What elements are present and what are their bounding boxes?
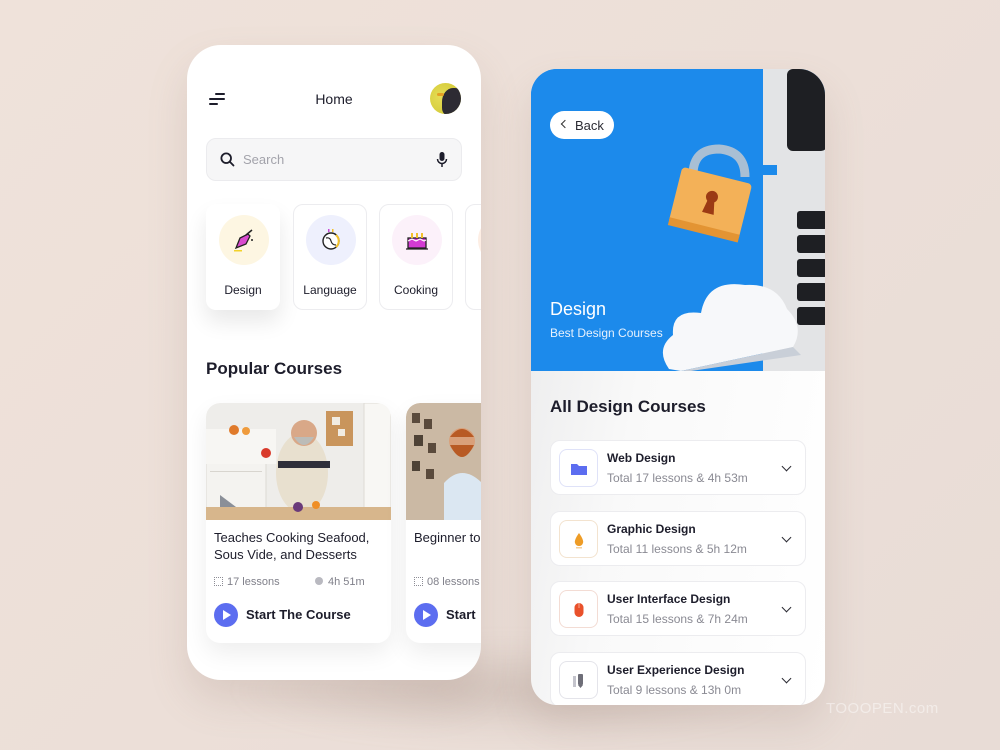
avatar[interactable] bbox=[430, 83, 461, 114]
bird-icon bbox=[442, 88, 461, 114]
row-title: User Experience Design bbox=[607, 663, 745, 677]
home-screen: Home Search Design Language Cooking Popu… bbox=[187, 45, 481, 680]
category-icon-bg bbox=[392, 215, 442, 265]
course-card[interactable]: Teaches Cooking Seafood, Sous Vide, and … bbox=[206, 403, 391, 643]
category-icon-bg bbox=[306, 215, 356, 265]
thumb bbox=[559, 520, 598, 558]
course-photo bbox=[206, 403, 391, 520]
play-icon bbox=[214, 603, 238, 627]
category-icon-bg bbox=[478, 215, 481, 265]
play-icon bbox=[414, 603, 438, 627]
bird-beak bbox=[437, 93, 444, 96]
ruler-pencil-icon bbox=[573, 674, 583, 688]
back-button[interactable]: Back bbox=[550, 111, 614, 139]
course-meta: 17 lessons 4h 51m bbox=[214, 576, 365, 588]
mouse-icon bbox=[574, 603, 584, 617]
chevron-left-icon bbox=[560, 119, 570, 129]
hero-banner: Back Design Best Design Courses bbox=[531, 69, 825, 371]
globe-icon bbox=[322, 229, 340, 250]
course-row-ux-design[interactable]: User Experience Design Total 9 lessons &… bbox=[550, 652, 806, 705]
hero-title: Design bbox=[550, 299, 607, 319]
lessons-icon bbox=[414, 577, 423, 586]
chevron-down-icon[interactable] bbox=[781, 461, 792, 472]
category-cooking[interactable]: Cooking bbox=[379, 204, 453, 310]
back-label: Back bbox=[575, 118, 604, 133]
category-icon-bg bbox=[219, 215, 269, 265]
course-row-ui-design[interactable]: User Interface Design Total 15 lessons &… bbox=[550, 581, 806, 636]
row-title: User Interface Design bbox=[607, 592, 731, 606]
course-meta: 08 lessons bbox=[414, 576, 480, 588]
course-lessons: 08 lessons bbox=[427, 576, 480, 588]
course-row-graphic-design[interactable]: Graphic Design Total 11 lessons & 5h 12m bbox=[550, 511, 806, 566]
hero-subtitle: Best Design Courses bbox=[550, 326, 663, 340]
category-label: Design bbox=[224, 283, 262, 297]
start-course-label: Start The Course bbox=[246, 607, 351, 622]
row-title: Graphic Design bbox=[607, 522, 696, 536]
category-label: Language bbox=[303, 283, 357, 297]
course-card[interactable]: Beginner to Barber NVC 08 lessons Start bbox=[406, 403, 481, 643]
course-row-web-design[interactable]: Web Design Total 17 lessons & 4h 53m bbox=[550, 440, 806, 495]
section-title: Popular Courses bbox=[206, 359, 343, 378]
course-title: Beginner to Barber NVC bbox=[414, 530, 481, 545]
row-title: Web Design bbox=[607, 451, 676, 465]
start-course-label: Start bbox=[446, 607, 476, 622]
search-input[interactable]: Search bbox=[206, 138, 462, 181]
category-label: Cooking bbox=[393, 283, 439, 297]
lessons-icon bbox=[214, 577, 223, 586]
row-subtitle: Total 17 lessons & 4h 53m bbox=[607, 471, 748, 485]
course-lessons: 17 lessons bbox=[227, 576, 280, 588]
watermark: TOOOPEN.com bbox=[826, 700, 939, 717]
category-language[interactable]: Language bbox=[293, 204, 367, 310]
detail-screen: Back Design Best Design Courses All Desi… bbox=[531, 69, 825, 705]
thumb bbox=[559, 590, 598, 628]
course-title: Teaches Cooking Seafood, Sous Vide, and … bbox=[214, 530, 370, 562]
category-more[interactable] bbox=[465, 204, 481, 310]
cake-icon bbox=[406, 233, 428, 250]
pen-brush-icon bbox=[234, 229, 253, 252]
row-subtitle: Total 9 lessons & 13h 0m bbox=[607, 683, 742, 697]
category-design[interactable]: Design bbox=[206, 204, 280, 310]
clock-icon bbox=[315, 577, 323, 585]
chevron-down-icon[interactable] bbox=[781, 602, 792, 613]
search-icon bbox=[220, 152, 235, 167]
folder-icon bbox=[571, 464, 587, 475]
course-duration: 4h 51m bbox=[328, 576, 365, 588]
category-list: Design Language Cooking bbox=[206, 204, 481, 312]
thumb bbox=[559, 449, 598, 487]
row-subtitle: Total 15 lessons & 7h 24m bbox=[607, 612, 748, 626]
microphone-icon[interactable] bbox=[435, 151, 449, 169]
list-title: All Design Courses bbox=[550, 397, 706, 416]
ink-drop-icon bbox=[574, 533, 584, 549]
chevron-down-icon[interactable] bbox=[781, 532, 792, 543]
search-placeholder: Search bbox=[243, 152, 285, 167]
chevron-down-icon[interactable] bbox=[781, 673, 792, 684]
row-subtitle: Total 11 lessons & 5h 12m bbox=[607, 542, 747, 556]
thumb bbox=[559, 661, 598, 699]
course-photo bbox=[406, 403, 481, 520]
